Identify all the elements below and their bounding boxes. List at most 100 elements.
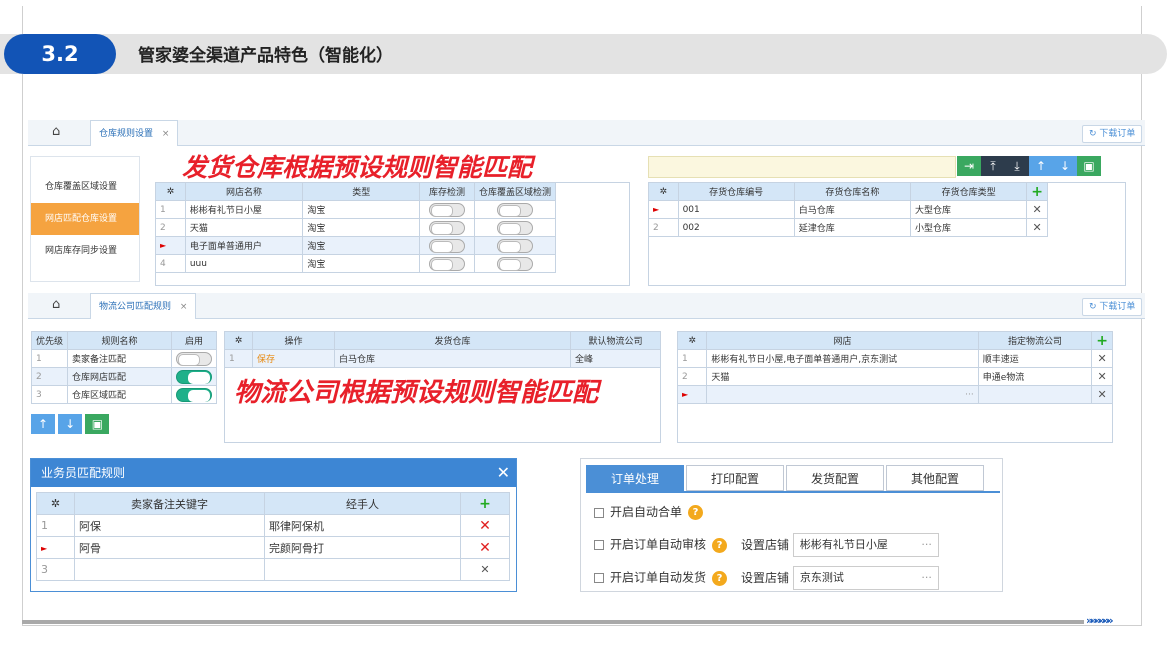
tab-logistics-rules[interactable]: 物流公司匹配规则 ×: [90, 293, 197, 319]
add-row-icon[interactable]: +: [1026, 182, 1048, 201]
table-row[interactable]: 2 002 延津仓库 小型仓库 ✕: [648, 218, 1048, 237]
delete-icon[interactable]: ✕: [1091, 385, 1113, 404]
checkbox[interactable]: [594, 507, 604, 518]
sidebar-item-coverage[interactable]: 仓库覆盖区域设置: [31, 171, 139, 203]
keyword[interactable]: [74, 558, 265, 581]
close-icon[interactable]: ×: [162, 129, 170, 139]
settings-icon[interactable]: ✲: [224, 331, 253, 350]
table-row[interactable]: 1 彬彬有礼节日小屋 淘宝: [155, 200, 557, 219]
store-label: 设置店铺: [741, 570, 790, 585]
store-table: ✲ 网店名称 类型 库存检测 仓库覆盖区域检测 1 彬彬有礼节日小屋 淘宝 2 天猫 淘宝 ► 电…: [155, 182, 557, 273]
table-row[interactable]: ► 阿骨 完颜阿骨打 ✕: [36, 536, 510, 559]
enable-toggle[interactable]: [176, 369, 212, 384]
table-row[interactable]: 1 保存 白马仓库 全峰: [224, 349, 661, 368]
delete-icon[interactable]: ✕: [1091, 367, 1113, 386]
table-row[interactable]: 1 卖家备注匹配: [30, 349, 217, 368]
store-select[interactable]: 京东测试 ···: [792, 566, 939, 590]
col-header: 类型: [302, 182, 421, 201]
table-row[interactable]: 3 ✕: [36, 558, 510, 581]
table-row[interactable]: ► 001 白马仓库 大型仓库 ✕: [648, 200, 1048, 219]
col-header: 规则名称: [67, 331, 172, 350]
move-up-icon[interactable]: ↑: [1029, 156, 1053, 176]
shipping-table: ✲ 网店 指定物流公司 + 1 彬彬有礼节日小屋,电子面单普通用户,京东测试 顺丰速运 ✕ …: [676, 331, 1113, 404]
coverage-check-toggle[interactable]: [496, 256, 533, 271]
table-row[interactable]: ► 电子面单普通用户 淘宝: [155, 236, 557, 255]
sidebar-item-stock-sync[interactable]: 网店库存同步设置: [31, 235, 139, 267]
enable-toggle[interactable]: [176, 351, 212, 366]
logistics-company[interactable]: [977, 385, 1093, 404]
help-icon[interactable]: ?: [712, 537, 728, 553]
settings-icon[interactable]: ✲: [676, 331, 708, 350]
row-number: 1: [676, 349, 708, 368]
col-header: 优先级: [30, 331, 69, 350]
tab-other-config[interactable]: 其他配置: [886, 465, 984, 491]
move-bottom-icon[interactable]: ⤓: [1005, 156, 1029, 176]
help-icon[interactable]: ?: [712, 570, 728, 586]
table-row[interactable]: 4 uuu 淘宝: [155, 254, 557, 273]
row-number: 4: [155, 254, 186, 273]
move-up-icon[interactable]: ↑: [31, 414, 55, 434]
add-row-icon[interactable]: +: [1091, 331, 1113, 350]
sidebar-item-store-match[interactable]: 网店匹配仓库设置: [31, 203, 139, 235]
help-icon[interactable]: ?: [688, 505, 704, 520]
table-row[interactable]: 2 天猫 淘宝: [155, 218, 557, 237]
delete-icon[interactable]: ✕: [460, 514, 510, 537]
move-top-icon[interactable]: ⤒: [981, 156, 1005, 176]
checkbox[interactable]: [594, 573, 604, 583]
save-icon[interactable]: ▣: [1077, 156, 1101, 176]
table-row[interactable]: 3 仓库区域匹配: [30, 385, 217, 404]
option-auto-review[interactable]: 开启订单自动审核? 设置店铺 彬彬有礼节日小屋 ···: [594, 533, 939, 557]
settings-icon[interactable]: ✲: [648, 182, 679, 201]
coverage-check-toggle[interactable]: [496, 238, 533, 253]
tab-print-config[interactable]: 打印配置: [686, 465, 784, 491]
save-icon[interactable]: ▣: [85, 414, 110, 434]
rule-name: 卖家备注匹配: [67, 349, 172, 368]
home-icon[interactable]: ⌂: [52, 124, 60, 139]
download-orders-button[interactable]: ↻ 下载订单: [1082, 125, 1143, 143]
table-row[interactable]: ► ··· ✕: [676, 385, 1113, 404]
delete-icon[interactable]: ✕: [1091, 349, 1113, 368]
warehouse-type: 小型仓库: [909, 218, 1028, 237]
more-icon[interactable]: ···: [965, 390, 974, 400]
settings-icon[interactable]: ✲: [36, 492, 75, 515]
table-row[interactable]: 1 彬彬有礼节日小屋,电子面单普通用户,京东测试 顺丰速运 ✕: [676, 349, 1113, 368]
more-icon[interactable]: ···: [921, 567, 932, 589]
close-icon[interactable]: ✕: [497, 459, 510, 487]
option-label: 开启订单自动发货: [610, 570, 707, 585]
tab-ship-config[interactable]: 发货配置: [786, 465, 884, 491]
move-down-icon[interactable]: ↓: [1053, 156, 1077, 176]
store-name: 天猫: [184, 218, 304, 237]
store-select[interactable]: 彬彬有礼节日小屋 ···: [792, 533, 939, 557]
more-icon[interactable]: ···: [921, 534, 932, 556]
option-auto-ship[interactable]: 开启订单自动发货? 设置店铺 京东测试 ···: [594, 566, 939, 590]
delete-icon[interactable]: ✕: [1026, 200, 1048, 219]
row-number: 2: [676, 367, 708, 386]
checkbox[interactable]: [594, 540, 604, 550]
settings-icon[interactable]: ✲: [155, 182, 186, 201]
tab-order-processing[interactable]: 订单处理: [586, 465, 684, 491]
stock-check-toggle[interactable]: [429, 256, 466, 271]
handler[interactable]: [264, 558, 461, 581]
table-row[interactable]: 1 阿保 耶律阿保机 ✕: [36, 514, 510, 537]
home-icon[interactable]: ⌂: [52, 297, 60, 312]
option-auto-merge[interactable]: 开启自动合单?: [594, 503, 704, 520]
download-orders-button[interactable]: ↻ 下载订单: [1082, 298, 1143, 316]
stock-check-toggle[interactable]: [429, 202, 466, 217]
delete-icon[interactable]: ✕: [460, 536, 510, 559]
save-link[interactable]: 保存: [252, 349, 335, 368]
table-row[interactable]: 2 天猫 申通e物流 ✕: [676, 367, 1113, 386]
delete-icon[interactable]: ✕: [460, 558, 510, 581]
tab-warehouse-rules[interactable]: 仓库规则设置 ×: [90, 120, 179, 146]
stock-check-toggle[interactable]: [429, 220, 466, 235]
move-down-icon[interactable]: ↓: [58, 414, 83, 434]
close-icon[interactable]: ×: [180, 302, 188, 312]
import-icon[interactable]: ⇥: [957, 156, 981, 176]
table-row[interactable]: 2 仓库网店匹配: [30, 367, 217, 386]
stock-check-toggle[interactable]: [429, 238, 466, 253]
add-row-icon[interactable]: +: [460, 492, 510, 515]
enable-toggle[interactable]: [176, 387, 212, 402]
download-label: 下载订单: [1099, 302, 1136, 312]
coverage-check-toggle[interactable]: [496, 220, 533, 235]
coverage-check-toggle[interactable]: [496, 202, 533, 217]
delete-icon[interactable]: ✕: [1026, 218, 1048, 237]
